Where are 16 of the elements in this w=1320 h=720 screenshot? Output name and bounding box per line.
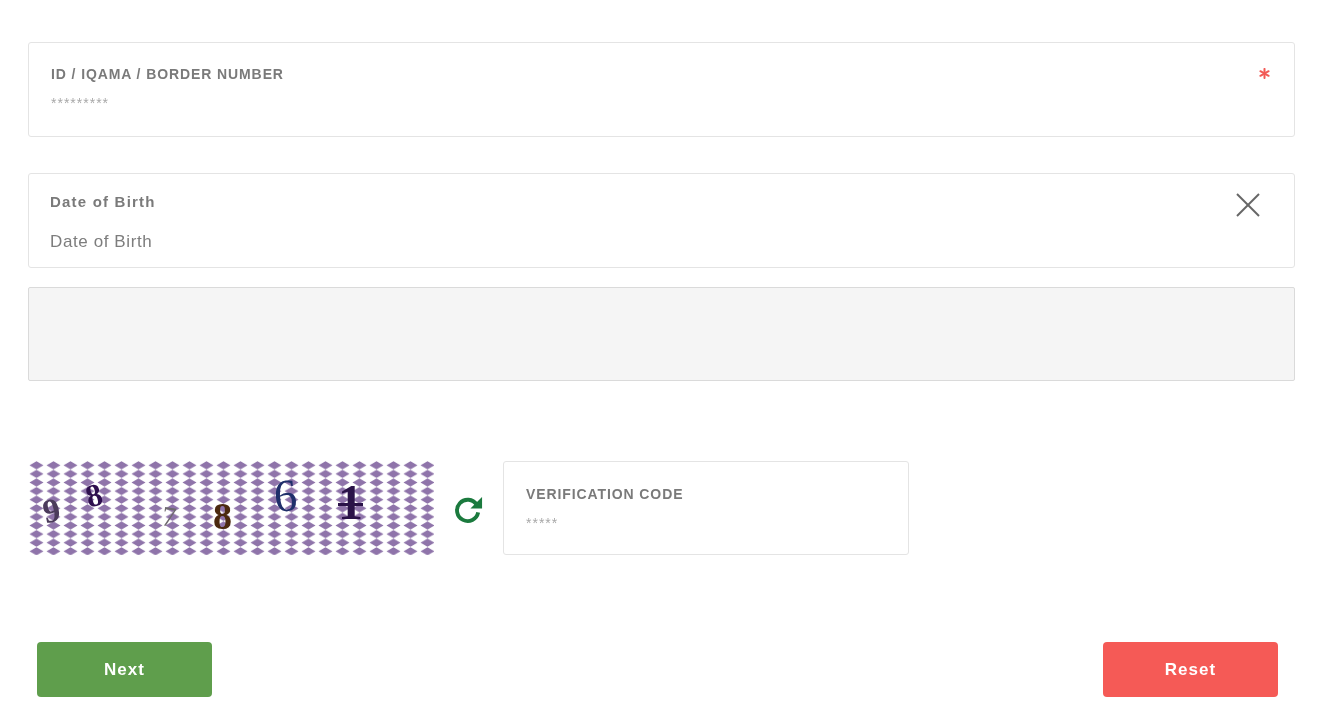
field-label: VERIFICATION CODE bbox=[526, 486, 684, 502]
field-label: ID / IQAMA / BORDER NUMBER bbox=[51, 66, 284, 82]
close-icon[interactable] bbox=[1236, 193, 1260, 217]
field-label: Date of Birth bbox=[50, 193, 156, 210]
captcha-digit: 9 bbox=[39, 492, 64, 530]
captcha-digit: 6 bbox=[272, 472, 299, 520]
refresh-icon[interactable] bbox=[452, 494, 483, 525]
captcha-digit: 1 bbox=[338, 477, 363, 527]
input-field[interactable]: ********* bbox=[51, 94, 351, 112]
input-field[interactable]: ***** bbox=[526, 514, 726, 532]
reset-button[interactable]: Reset bbox=[1103, 642, 1278, 697]
date-input-field[interactable]: Date of Birth bbox=[50, 231, 350, 253]
next-button[interactable]: Next bbox=[37, 642, 212, 697]
captcha-digit: 7 bbox=[160, 502, 178, 532]
captcha-digit: 8 bbox=[82, 477, 106, 513]
captcha-digit: 8 bbox=[213, 497, 232, 535]
